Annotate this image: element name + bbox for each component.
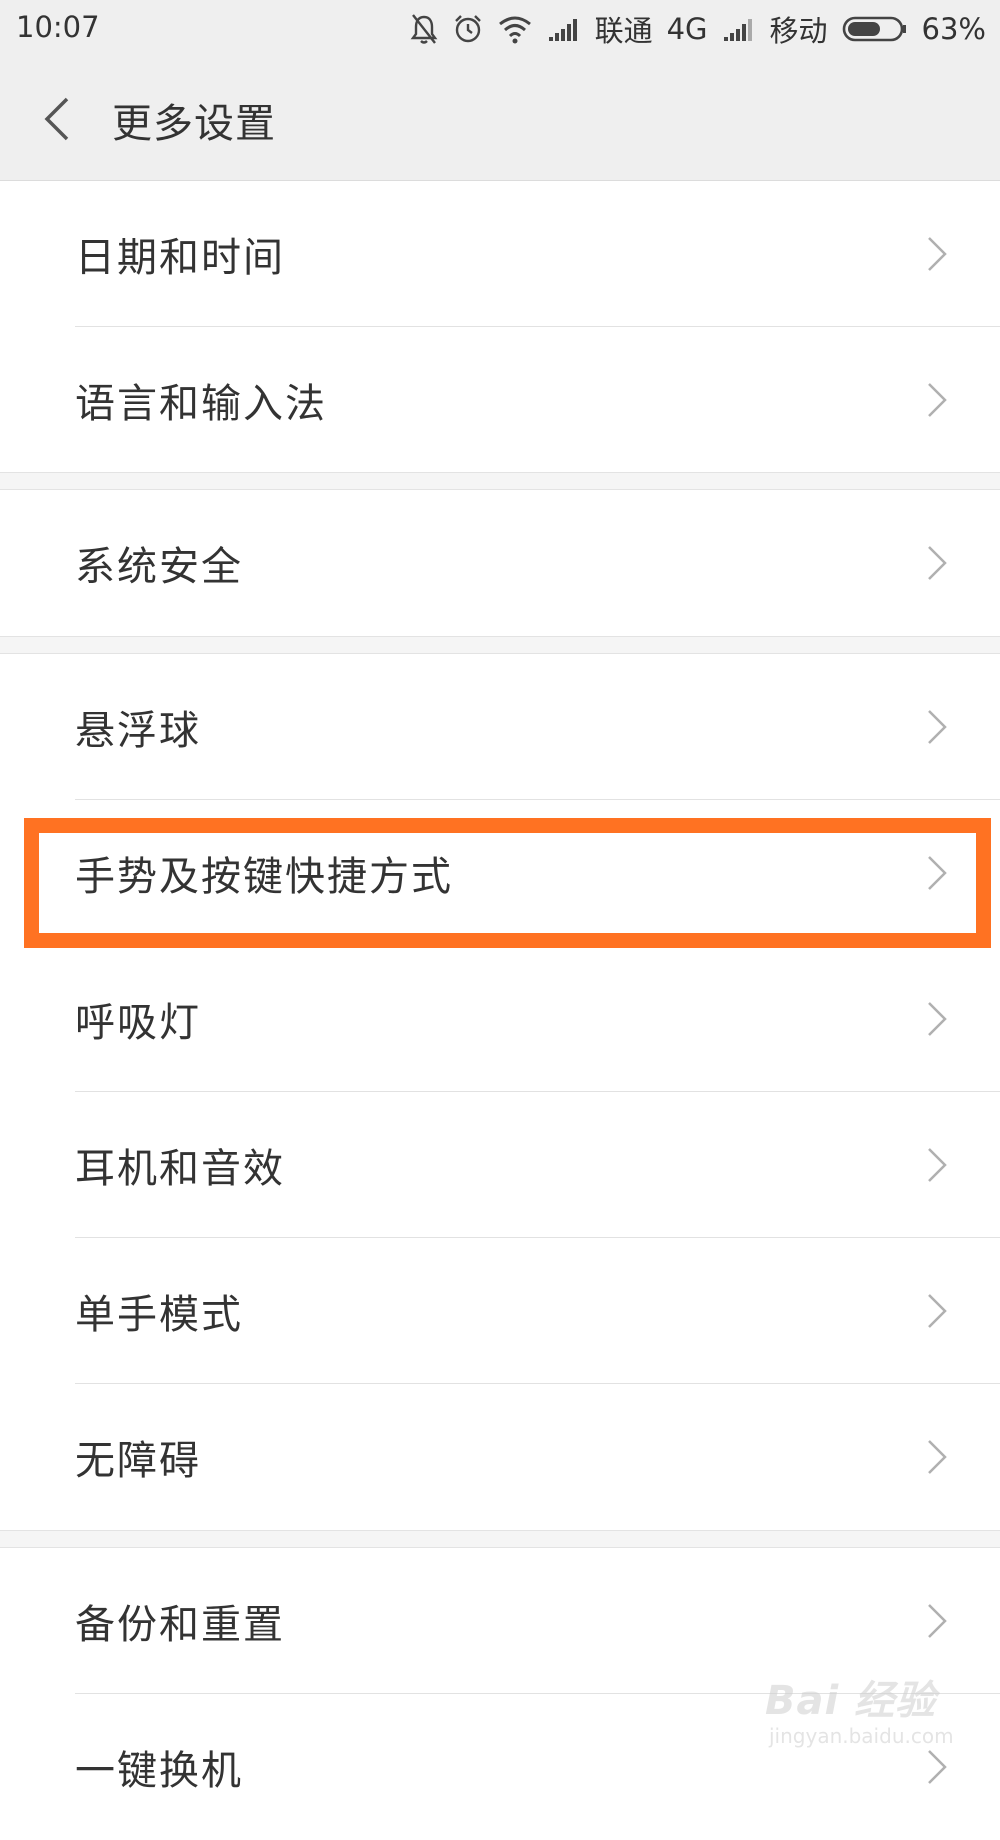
chevron-right-icon (928, 1604, 947, 1638)
highlight-box (24, 818, 991, 948)
settings-item-label: 单手模式 (75, 1292, 243, 1338)
signal-icon (723, 19, 752, 41)
chevron-right-icon (928, 237, 947, 271)
chevron-right-icon (928, 1148, 947, 1182)
settings-item-accessibility[interactable]: 无障碍 (0, 1384, 1000, 1530)
chevron-right-icon (928, 1440, 947, 1474)
battery-percent: 63% (921, 12, 986, 46)
signal-icon (548, 19, 577, 41)
settings-item-headset-audio[interactable]: 耳机和音效 (0, 1092, 1000, 1238)
settings-item-one-handed-mode[interactable]: 单手模式 (0, 1238, 1000, 1384)
settings-item-label: 呼吸灯 (75, 1000, 201, 1046)
chevron-right-icon (928, 546, 947, 580)
section-gap (0, 472, 1000, 490)
section-gap (0, 1530, 1000, 1548)
page-title: 更多设置 (112, 101, 276, 147)
carrier1-label: 联通 (594, 14, 653, 48)
back-icon[interactable] (42, 96, 72, 142)
settings-item-date-time[interactable]: 日期和时间 (0, 181, 1000, 327)
settings-item-label: 无障碍 (75, 1438, 201, 1484)
settings-item-system-security[interactable]: 系统安全 (0, 490, 1000, 636)
battery-icon (842, 16, 906, 42)
settings-item-floating-ball[interactable]: 悬浮球 (0, 654, 1000, 800)
settings-item-label: 悬浮球 (75, 708, 201, 754)
status-time: 10:07 (16, 10, 100, 44)
alarm-icon (454, 15, 481, 43)
carrier2-label: 移动 (769, 14, 828, 48)
settings-item-label: 日期和时间 (75, 235, 285, 281)
status-bar: 10:07 联通 4G 移动 63% (0, 0, 1000, 58)
chevron-right-icon (928, 710, 947, 744)
settings-item-breathing-light[interactable]: 呼吸灯 (0, 946, 1000, 1092)
settings-item-label: 耳机和音效 (75, 1146, 285, 1192)
header: 更多设置 (0, 58, 1000, 181)
section-gap (0, 636, 1000, 654)
chevron-right-icon (928, 383, 947, 417)
settings-item-label: 语言和输入法 (75, 381, 327, 427)
settings-item-label: 备份和重置 (75, 1602, 285, 1648)
watermark-logo-text: Bai 经验 (765, 1678, 937, 1724)
status-icons: 联通 4G 移动 63% (395, 8, 986, 50)
wifi-icon (498, 16, 531, 44)
chevron-right-icon (928, 1294, 947, 1328)
watermark: Bai 经验 jingyan.baidu.com (765, 1662, 980, 1757)
settings-item-label: 一键换机 (75, 1748, 243, 1794)
network-type-label: 4G (666, 12, 708, 46)
bell-off-icon (410, 14, 437, 44)
chevron-right-icon (928, 1002, 947, 1036)
watermark-url: jingyan.baidu.com (769, 1724, 954, 1748)
settings-item-label: 系统安全 (75, 544, 243, 590)
settings-item-language-input[interactable]: 语言和输入法 (0, 327, 1000, 473)
